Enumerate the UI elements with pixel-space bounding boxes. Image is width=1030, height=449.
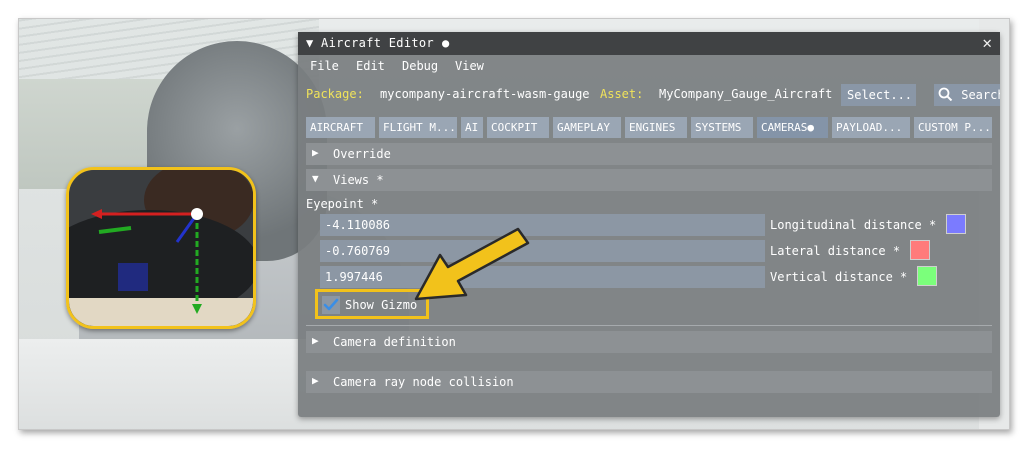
select-button-label: Select...	[847, 88, 913, 102]
lateral-distance-input[interactable]: -0.760769	[320, 240, 765, 262]
tab-gameplay[interactable]: GAMEPLAY	[553, 117, 621, 138]
tab-ai[interactable]: AI	[461, 117, 483, 138]
section-camera-ray-label: Camera ray node collision	[333, 375, 514, 389]
search-icon	[938, 87, 953, 102]
tab-custom-properties[interactable]: CUSTOM P...	[914, 117, 992, 138]
menu-view[interactable]: View	[455, 59, 484, 73]
section-camera-ray-header[interactable]: ▶ Camera ray node collision	[306, 371, 992, 393]
window-title: ▼ Aircraft Editor	[306, 36, 434, 50]
section-override-header[interactable]: ▶ Override	[306, 143, 992, 165]
tab-systems[interactable]: SYSTEMS	[691, 117, 753, 138]
expanded-arrow-icon: ▼	[312, 172, 319, 185]
vertical-distance-label: Vertical distance *	[770, 270, 908, 284]
search-button-label: Search	[961, 88, 1000, 102]
menu-file[interactable]: File	[310, 59, 339, 73]
tab-cockpit[interactable]: COCKPIT	[487, 117, 549, 138]
eyepoint-label: Eyepoint *	[306, 197, 379, 211]
longitudinal-color-swatch[interactable]	[946, 214, 966, 234]
section-camera-definition-header[interactable]: ▶ Camera definition	[306, 331, 992, 353]
collapsed-arrow-icon: ▶	[312, 146, 319, 159]
section-views-label: Views *	[333, 173, 384, 187]
arrow-pointer-icon	[414, 227, 530, 301]
show-gizmo-label: Show Gizmo	[345, 298, 418, 312]
asset-value: MyCompany_Gauge_Aircraft	[659, 87, 833, 101]
seat-headrest	[69, 298, 253, 326]
tab-aircraft[interactable]: AIRCRAFT	[306, 117, 375, 138]
lateral-color-swatch[interactable]	[910, 240, 930, 260]
collapsed-arrow-icon: ▶	[312, 334, 319, 347]
gizmo-plane-handle	[118, 263, 148, 291]
longitudinal-distance-input[interactable]: -4.110086	[320, 214, 765, 236]
search-button[interactable]: Search	[934, 84, 1000, 106]
gizmo-center-handle	[191, 208, 203, 220]
category-tabs: AIRCRAFT FLIGHT M... AI COCKPIT GAMEPLAY…	[306, 117, 1000, 139]
checkmark-icon	[323, 298, 339, 311]
menu-edit[interactable]: Edit	[356, 59, 385, 73]
section-camera-definition-label: Camera definition	[333, 335, 456, 349]
section-override-label: Override	[333, 147, 391, 161]
tab-cameras[interactable]: CAMERAS●	[757, 117, 828, 138]
menu-bar: File Edit Debug View	[298, 55, 1000, 77]
asset-label: Asset:	[600, 87, 644, 101]
collapsed-arrow-icon: ▶	[312, 374, 319, 387]
vertical-distance-input[interactable]: 1.997446	[320, 266, 765, 288]
lateral-distance-label: Lateral distance *	[770, 244, 901, 258]
tab-payload[interactable]: PAYLOAD...	[832, 117, 910, 138]
gizmo-preview-inset	[66, 167, 256, 329]
unsaved-indicator-dot: ●	[442, 36, 450, 50]
package-row: Package: mycompany-aircraft-wasm-gauge A…	[298, 83, 1000, 107]
menu-debug[interactable]: Debug	[402, 59, 438, 73]
section-views-header[interactable]: ▼ Views *	[306, 169, 992, 191]
tab-engines[interactable]: ENGINES	[625, 117, 687, 138]
aircraft-editor-window: ▼ Aircraft Editor ● ✕ File Edit Debug Vi…	[298, 32, 1000, 417]
package-value: mycompany-aircraft-wasm-gauge	[380, 87, 590, 101]
close-icon[interactable]: ✕	[982, 33, 992, 52]
gizmo-preview-graphic	[69, 170, 253, 326]
show-gizmo-checkbox[interactable]	[322, 296, 340, 314]
vertical-color-swatch[interactable]	[917, 266, 937, 286]
section-divider	[306, 325, 992, 326]
package-label: Package:	[306, 87, 364, 101]
select-button[interactable]: Select...	[841, 84, 916, 106]
tab-flight-model[interactable]: FLIGHT M...	[379, 117, 457, 138]
window-titlebar[interactable]: ▼ Aircraft Editor ● ✕	[298, 32, 1000, 55]
longitudinal-distance-label: Longitudinal distance *	[770, 218, 937, 232]
